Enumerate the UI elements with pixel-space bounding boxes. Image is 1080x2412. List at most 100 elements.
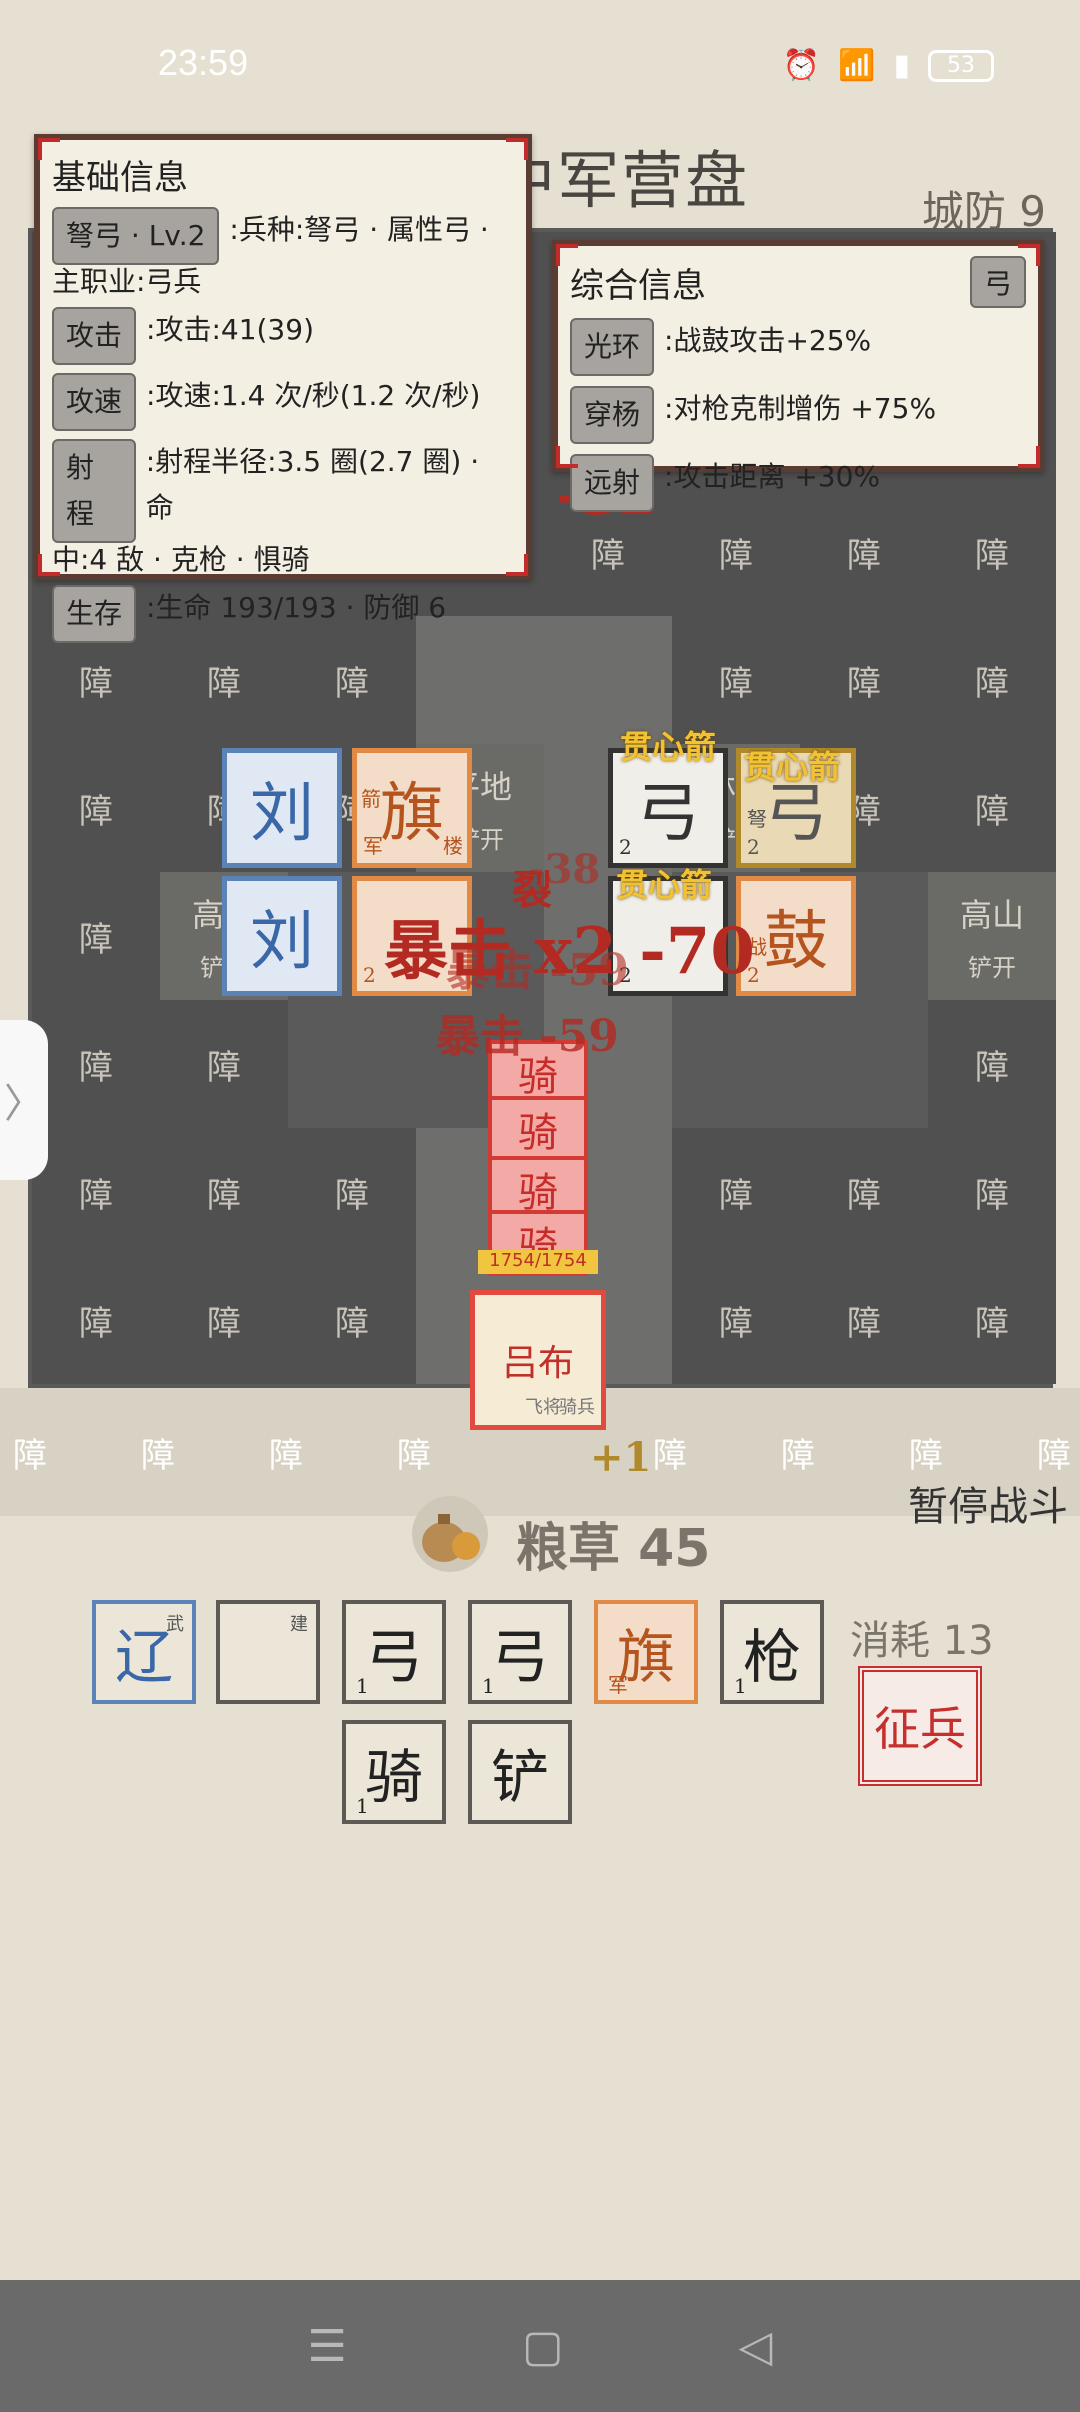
info-text: 主职业:弓兵 bbox=[52, 265, 202, 298]
home-icon[interactable]: ▢ bbox=[522, 2321, 564, 2372]
wifi-icon: 📶 bbox=[838, 48, 876, 83]
battery-icon: 53 bbox=[928, 49, 994, 82]
obstacle-cell: 障 bbox=[781, 1435, 815, 1476]
obstacle-cell[interactable]: 障 bbox=[800, 616, 928, 744]
obstacle-cell[interactable]: 障 bbox=[32, 1128, 160, 1256]
info-text: :对枪克制增伤 +75% bbox=[664, 392, 937, 425]
system-nav-bar: ☰ ▢ ◁ bbox=[0, 2280, 1080, 2412]
enemy-label: 骑 bbox=[518, 1110, 558, 1156]
obstacle-cell[interactable]: 障 bbox=[800, 1128, 928, 1256]
unit-level: 2 bbox=[619, 835, 632, 859]
pause-battle-button[interactable]: 暂停战斗 bbox=[908, 1474, 1068, 1532]
panel-corner bbox=[556, 446, 578, 468]
panel-corner bbox=[38, 138, 60, 160]
hand-card[interactable]: 建 bbox=[216, 1600, 320, 1704]
hand-card[interactable]: 旗 军 bbox=[594, 1600, 698, 1704]
obstacle-cell[interactable]: 障 bbox=[928, 616, 1056, 744]
info-tag: 攻击 bbox=[52, 307, 137, 365]
side-drawer-handle[interactable]: 〉 bbox=[0, 1020, 48, 1180]
hand-card[interactable]: 骑 1 bbox=[342, 1720, 446, 1824]
hand-card[interactable]: 辽 武 bbox=[92, 1600, 196, 1704]
info-tag: 弩弓 · Lv.2 bbox=[52, 207, 220, 265]
info-tag: 射程 bbox=[52, 439, 136, 543]
obstacle-cell: 障 bbox=[13, 1435, 47, 1476]
card-level: 1 bbox=[482, 1674, 495, 1698]
terrain-cell[interactable]: 高山铲开 bbox=[928, 872, 1056, 1000]
panel-corner bbox=[1018, 244, 1040, 266]
panel-title: 基础信息 bbox=[52, 158, 188, 198]
skill-tag: 贯心箭 bbox=[744, 748, 841, 786]
hand-card[interactable]: 枪 1 bbox=[720, 1600, 824, 1704]
info-tag: 生存 bbox=[52, 585, 137, 643]
menu-icon[interactable]: ☰ bbox=[308, 2321, 347, 2372]
info-text: :兵种:弩弓 · 属性弓 · bbox=[229, 213, 489, 246]
unit-liu-2[interactable]: 刘 bbox=[222, 876, 342, 996]
skill-tag: 贯心箭 bbox=[620, 728, 717, 766]
hand-card[interactable]: 弓 1 bbox=[342, 1600, 446, 1704]
boss-hp: 1754/1754 bbox=[478, 1250, 598, 1274]
panel-title: 综合信息 bbox=[570, 265, 706, 306]
obstacle-cell[interactable]: 障 bbox=[160, 1128, 288, 1256]
card-class: 建 bbox=[290, 1614, 308, 1635]
obstacle-cell[interactable]: 障 bbox=[32, 1256, 160, 1384]
unit-flag[interactable]: 旗 箭 军 楼 bbox=[352, 748, 472, 868]
unit-level: 2 bbox=[747, 835, 760, 859]
info-text: :攻速:1.4 次/秒(1.2 次/秒) bbox=[146, 379, 481, 412]
obstacle-cell[interactable]: 障 bbox=[288, 1256, 416, 1384]
recruit-cost: 消耗 13 bbox=[850, 1618, 994, 1664]
obstacle-cell[interactable]: 障 bbox=[32, 1000, 160, 1128]
obstacle-cell[interactable]: 障 bbox=[928, 1256, 1056, 1384]
card-label: 铲 bbox=[490, 1743, 549, 1811]
obstacle-cell[interactable]: 障 bbox=[928, 1000, 1056, 1128]
clock: 23:59 bbox=[158, 42, 249, 83]
obstacle-cell[interactable]: 障 bbox=[32, 744, 160, 872]
card-label: 弓 bbox=[490, 1623, 549, 1691]
recruit-button[interactable]: 征兵 bbox=[858, 1666, 982, 1786]
panel-corner bbox=[506, 554, 528, 576]
alarm-icon: ⏰ bbox=[782, 48, 821, 83]
info-text: :射程半径:3.5 圈(2.7 圈) · 命 bbox=[145, 445, 480, 524]
obstacle-cell[interactable]: 障 bbox=[672, 1128, 800, 1256]
unit-sub-label: 弩 bbox=[747, 807, 767, 831]
card-label: 骑 bbox=[364, 1743, 423, 1811]
obstacle-cell[interactable]: 障 bbox=[928, 1128, 1056, 1256]
hand-card[interactable]: 弓 1 bbox=[468, 1600, 572, 1704]
grain-counter: 粮草 45 bbox=[516, 1519, 711, 1579]
obstacle-cell[interactable]: 障 bbox=[32, 872, 160, 1000]
info-text: :攻击:41(39) bbox=[146, 313, 314, 346]
boss-sub-label: 骑兵 bbox=[559, 1397, 595, 1418]
unit-sub-label: 楼 bbox=[443, 834, 463, 858]
enemy-cavalry[interactable]: 骑 bbox=[488, 1096, 588, 1162]
card-level: 1 bbox=[356, 1674, 369, 1698]
terrain-name: 高山 bbox=[959, 895, 1024, 934]
info-tag: 穿杨 bbox=[570, 386, 655, 444]
damage-text: 暴击 -59 bbox=[436, 1011, 619, 1062]
panel-corner bbox=[506, 138, 528, 160]
obstacle-cell[interactable]: 障 bbox=[800, 1256, 928, 1384]
obstacle-cell[interactable]: 障 bbox=[928, 744, 1056, 872]
back-icon[interactable]: ◁ bbox=[739, 2321, 773, 2372]
unit-liu-1[interactable]: 刘 bbox=[222, 748, 342, 868]
obstacle-cell[interactable]: 障 bbox=[288, 1128, 416, 1256]
combo-info-panel: 综合信息 弓 光环:战鼓攻击+25% 穿杨:对枪克制增伤 +75% 远射:攻击距… bbox=[552, 240, 1044, 512]
card-label: 辽 bbox=[114, 1623, 173, 1691]
boss-lubu[interactable]: 吕布 飞将 骑兵 bbox=[470, 1290, 606, 1430]
signal-icon: ▮ bbox=[893, 48, 910, 83]
system-icons: ⏰ 📶 ▮ 53 bbox=[783, 48, 994, 83]
chevron-right-icon: 〉 bbox=[4, 1081, 44, 1127]
obstacle-cell[interactable]: 障 bbox=[672, 1256, 800, 1384]
panel-corner bbox=[1018, 446, 1040, 468]
unit-label: 刘 bbox=[250, 905, 314, 979]
card-label: 弓 bbox=[364, 1623, 423, 1691]
obstacle-cell[interactable]: 障 bbox=[160, 1256, 288, 1384]
info-text: 中:4 敌 · 克枪 · 惧骑 bbox=[52, 543, 310, 576]
unit-label: 刘 bbox=[250, 777, 314, 851]
card-level: 1 bbox=[356, 1794, 369, 1818]
damage-text: 暴击 -59 bbox=[446, 945, 629, 996]
unit-label: 旗 bbox=[380, 777, 444, 851]
obstacle-cell: 障 bbox=[141, 1435, 175, 1476]
hand-card[interactable]: 铲 bbox=[468, 1720, 572, 1824]
obstacle-cell[interactable]: 障 bbox=[160, 1000, 288, 1128]
unit-sub-label: 箭 bbox=[361, 787, 381, 811]
card-level: 军 bbox=[608, 1673, 628, 1697]
